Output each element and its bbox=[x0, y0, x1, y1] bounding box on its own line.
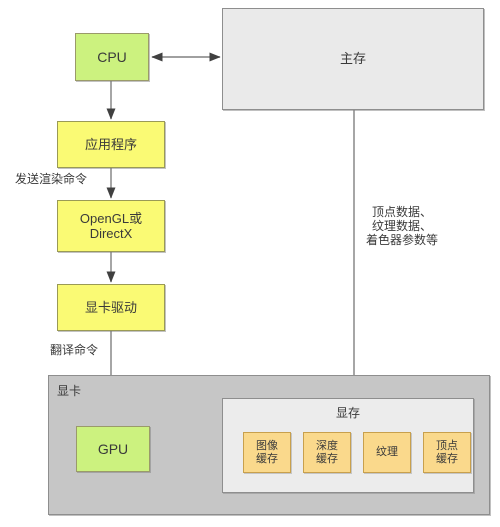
node-graphics-api[interactable]: OpenGL或 DirectX bbox=[57, 200, 165, 252]
node-cpu[interactable]: CPU bbox=[75, 33, 149, 81]
node-texture-label: 纹理 bbox=[376, 446, 398, 459]
node-vertex-buffer[interactable]: 顶点 缓存 bbox=[423, 432, 471, 473]
node-gpu[interactable]: GPU bbox=[76, 426, 150, 472]
node-main-memory-label: 主存 bbox=[339, 51, 366, 67]
node-application-label: 应用程序 bbox=[84, 136, 137, 152]
container-graphics-card-label: 显卡 bbox=[57, 384, 82, 398]
node-graphics-api-label: OpenGL或 DirectX bbox=[79, 210, 143, 241]
container-video-memory-label: 显存 bbox=[335, 406, 360, 420]
node-frame-buffer-label: 图像 缓存 bbox=[256, 439, 278, 465]
node-driver[interactable]: 显卡驱动 bbox=[57, 284, 165, 331]
node-frame-buffer[interactable]: 图像 缓存 bbox=[243, 432, 291, 473]
node-application[interactable]: 应用程序 bbox=[57, 121, 165, 168]
node-cpu-label: CPU bbox=[97, 48, 127, 65]
node-gpu-label: GPU bbox=[97, 440, 129, 457]
node-main-memory[interactable]: 主存 bbox=[222, 8, 484, 110]
edge-label-memory-payload: 顶点数据、 纹理数据、 着色器参数等 bbox=[366, 205, 439, 248]
node-depth-buffer[interactable]: 深度 缓存 bbox=[303, 432, 351, 473]
edge-label-translate-commands: 翻译命令 bbox=[50, 343, 99, 357]
node-texture[interactable]: 纹理 bbox=[363, 432, 411, 473]
edge-label-send-render-commands: 发送渲染命令 bbox=[15, 172, 88, 186]
node-driver-label: 显卡驱动 bbox=[84, 299, 137, 315]
node-vertex-buffer-label: 顶点 缓存 bbox=[436, 439, 458, 465]
diagram-canvas: 主存 CPU 应用程序 OpenGL或 DirectX 显卡驱动 显卡 GPU … bbox=[0, 0, 500, 527]
node-depth-buffer-label: 深度 缓存 bbox=[316, 439, 338, 465]
